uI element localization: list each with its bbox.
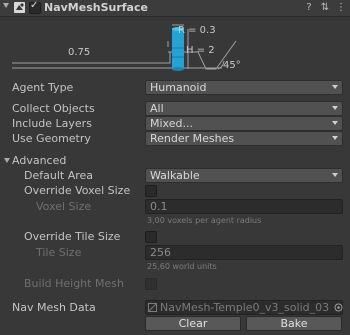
nav-mesh-data-value: NavMesh-Temple0_v3_solid_03 — [160, 301, 330, 314]
chevron-down-icon — [332, 85, 338, 89]
build-height-mesh-label: Build Height Mesh — [24, 277, 124, 290]
collect-objects-label: Collect Objects — [12, 102, 95, 115]
object-picker-icon[interactable] — [334, 303, 343, 312]
component-enabled-checkbox[interactable] — [29, 0, 41, 14]
collect-objects-value: All — [150, 102, 164, 115]
help-icon[interactable]: ? — [303, 2, 315, 14]
agent-type-value: Humanoid — [150, 81, 207, 94]
nav-mesh-data-label: Nav Mesh Data — [12, 301, 96, 314]
voxel-size-hint: 3,00 voxels per agent radius — [147, 216, 262, 225]
radius-label: R = 0.3 — [178, 25, 216, 36]
chevron-down-icon — [332, 136, 338, 140]
override-tile-size-label: Override Tile Size — [24, 230, 121, 243]
clear-button[interactable]: Clear — [145, 316, 241, 331]
voxel-size-value: 0.1 — [150, 200, 168, 213]
settings-sliders-icon[interactable]: ⇅ — [319, 2, 331, 14]
agent-type-dropdown[interactable]: Humanoid — [145, 80, 343, 95]
include-layers-value: Mixed... — [150, 117, 193, 130]
use-geometry-label: Use Geometry — [12, 132, 91, 145]
tile-size-value: 256 — [150, 246, 171, 259]
use-geometry-value: Render Meshes — [150, 132, 235, 145]
default-area-label: Default Area — [24, 169, 94, 182]
foldout-arrow-icon[interactable] — [3, 3, 9, 8]
build-height-mesh-checkbox[interactable] — [145, 278, 157, 290]
height-label: H = 2 — [186, 45, 215, 56]
voxel-size-field[interactable]: 0.1 — [145, 199, 343, 214]
nav-mesh-data-field[interactable]: NavMesh-Temple0_v3_solid_03 — [145, 300, 343, 315]
include-layers-label: Include Layers — [12, 117, 92, 130]
tile-size-field[interactable]: 256 — [145, 245, 343, 260]
advanced-section-label[interactable]: Advanced — [12, 154, 66, 167]
default-area-value: Walkable — [150, 169, 200, 182]
override-tile-size-checkbox[interactable] — [145, 231, 157, 243]
navmesh-surface-icon — [14, 2, 25, 13]
bake-button[interactable]: Bake — [246, 316, 342, 331]
tile-size-hint: 25,60 world units — [147, 262, 217, 271]
chevron-down-icon — [332, 106, 338, 110]
navmesh-asset-icon — [148, 303, 157, 312]
use-geometry-dropdown[interactable]: Render Meshes — [145, 131, 343, 146]
tile-size-label: Tile Size — [36, 246, 82, 259]
advanced-foldout-icon[interactable] — [4, 158, 10, 163]
agent-diagram — [12, 24, 237, 71]
default-area-dropdown[interactable]: Walkable — [145, 168, 343, 183]
override-voxel-size-checkbox[interactable] — [145, 185, 157, 197]
collect-objects-dropdown[interactable]: All — [145, 101, 343, 116]
agent-type-label: Agent Type — [12, 81, 74, 94]
voxel-size-label: Voxel Size — [36, 200, 92, 213]
slope-label: 45° — [223, 60, 241, 71]
override-voxel-size-label: Override Voxel Size — [24, 184, 131, 197]
chevron-down-icon — [332, 121, 338, 125]
component-title: NavMeshSurface — [44, 1, 148, 14]
component-header: NavMeshSurface ? ⇅ ⋮ — [0, 0, 350, 17]
step-height-label: 0.75 — [68, 47, 91, 58]
include-layers-dropdown[interactable]: Mixed... — [145, 116, 343, 131]
chevron-down-icon — [332, 173, 338, 177]
more-icon[interactable]: ⋮ — [335, 2, 347, 14]
